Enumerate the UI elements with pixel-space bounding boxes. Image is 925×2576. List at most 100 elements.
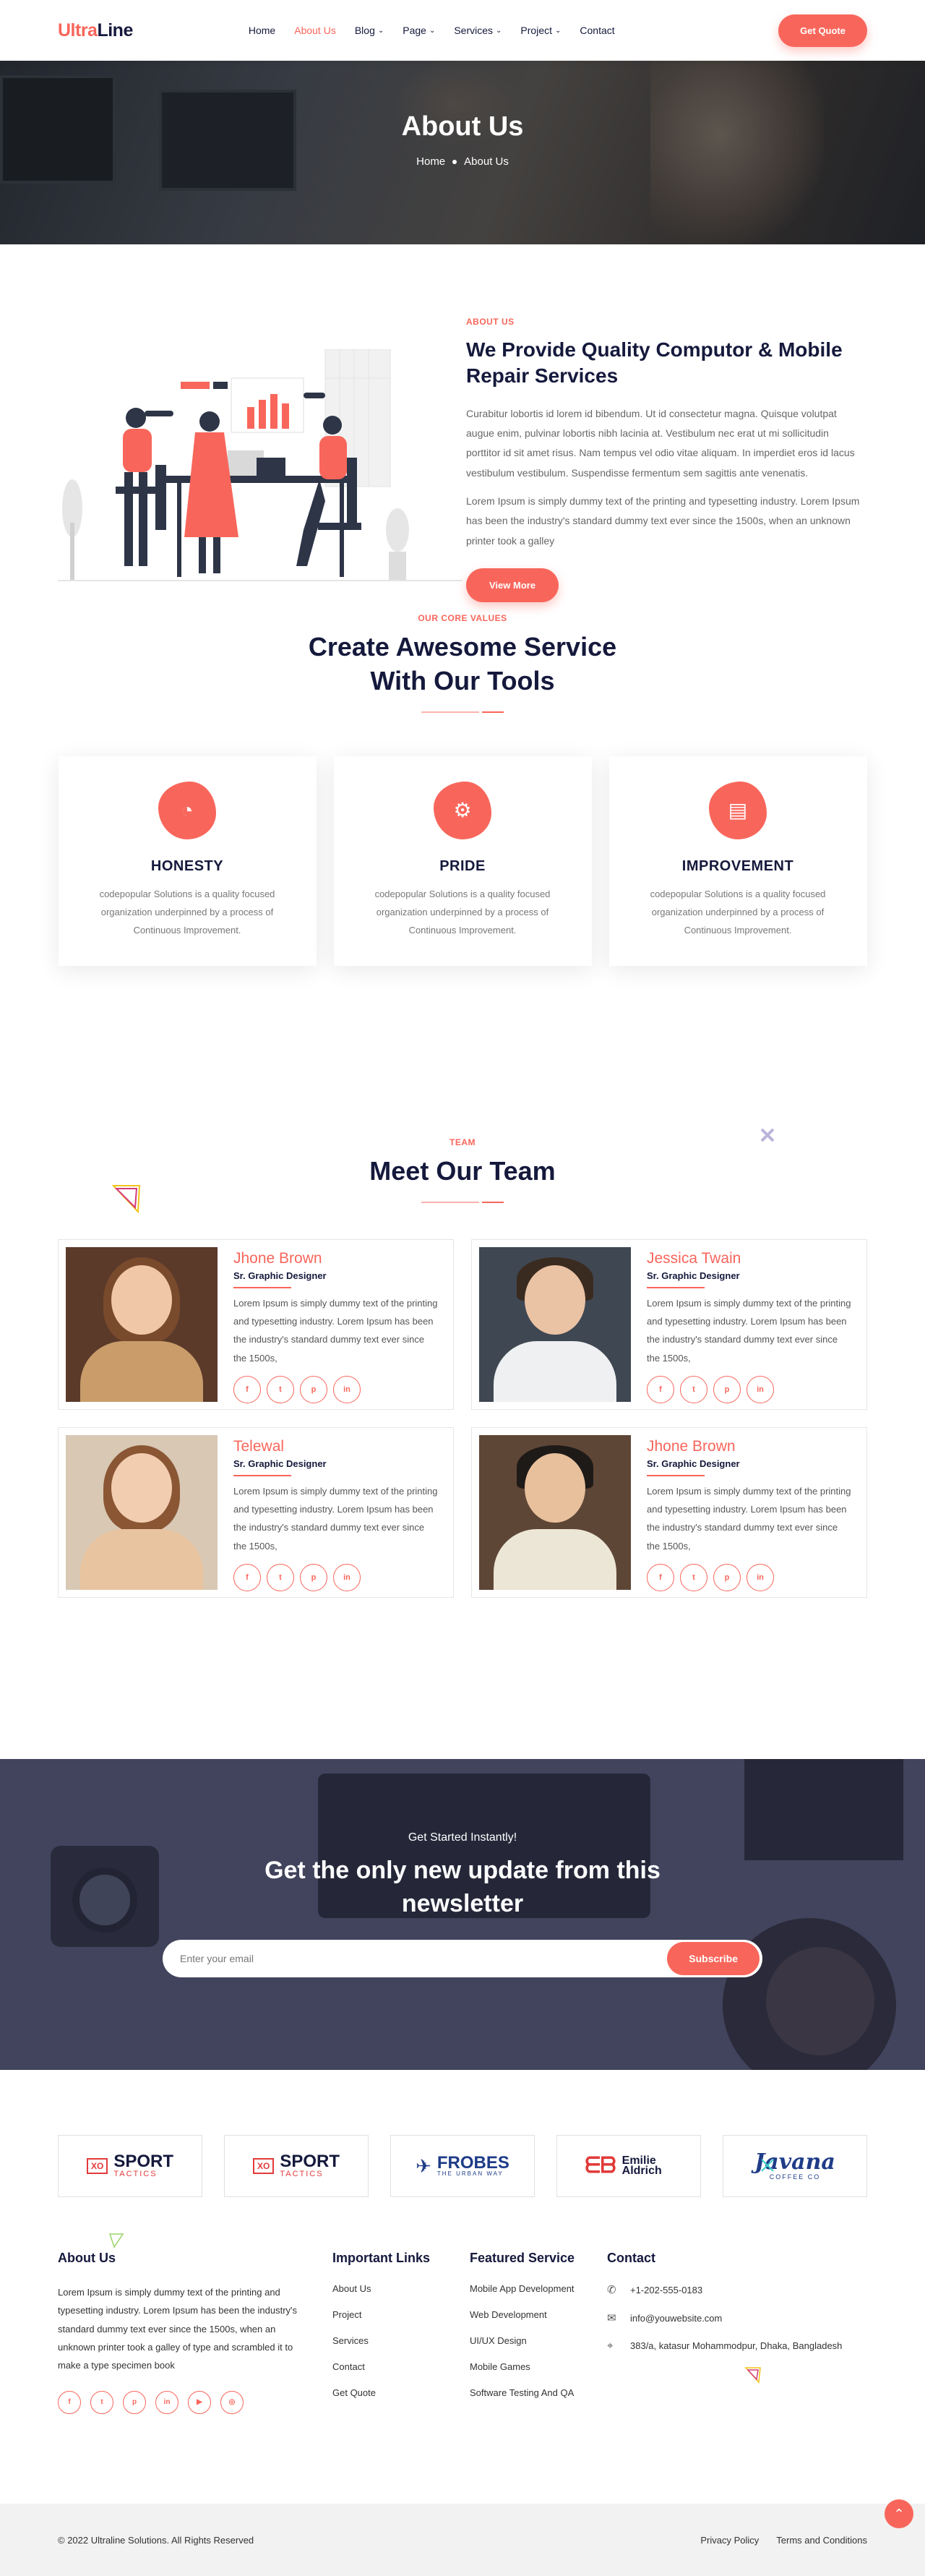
logo-part-1: Ultra (58, 20, 98, 40)
nav-label: Project (520, 25, 552, 36)
facebook-icon[interactable]: f (647, 1564, 674, 1592)
section-title: Meet Our Team (369, 1156, 556, 1186)
about-section: ABOUT US We Provide Quality Computor & M… (0, 244, 925, 613)
about-heading: We Provide Quality Computor & Mobile Rep… (466, 338, 843, 388)
footer-link[interactable]: About Us (332, 2283, 470, 2294)
linkedin-icon[interactable]: in (333, 1564, 361, 1592)
nav-label: Blog (354, 25, 375, 36)
footer-service-link[interactable]: Mobile App Development (470, 2283, 607, 2294)
member-socials: f t p in (647, 1376, 859, 1404)
chevron-down-icon: ⌄ (429, 26, 436, 35)
about-content: ABOUT US We Provide Quality Computor & M… (466, 317, 864, 602)
privacy-policy-link[interactable]: Privacy Policy (700, 2535, 759, 2546)
member-name: Jhone Brown (233, 1249, 322, 1267)
newsletter-section: Get Started Instantly! Get the only new … (0, 1759, 925, 2070)
brand-logo[interactable]: XO SPORT TACTICS (224, 2135, 369, 2197)
value-card: ▤ IMPROVEMENT codepopular Solutions is a… (608, 756, 867, 966)
twitter-icon[interactable]: t (267, 1564, 294, 1592)
brand-logo[interactable]: ✈ FROBES THE URBAN WAY (390, 2135, 535, 2197)
nav-contact[interactable]: Contact (580, 25, 614, 36)
get-quote-button[interactable]: Get Quote (778, 14, 867, 47)
section-kicker: ABOUT US (466, 317, 515, 327)
cross-deco-icon (761, 2159, 774, 2172)
scroll-to-top-button[interactable]: ⌃ (885, 2499, 913, 2528)
brand-name: Emilie Aldrich (621, 2154, 662, 2177)
facebook-icon[interactable]: f (233, 1564, 261, 1592)
brand-name: FROBES (436, 2152, 509, 2173)
footer-service-link[interactable]: Web Development (470, 2309, 607, 2320)
linkedin-icon[interactable]: in (747, 1376, 774, 1404)
value-card: ⚙ PRIDE codepopular Solutions is a quali… (333, 756, 592, 966)
member-rule (647, 1474, 705, 1476)
value-text: codepopular Solutions is a quality focus… (374, 888, 551, 936)
footer-link[interactable]: Contact (332, 2361, 470, 2372)
brand-logo[interactable]: Javana COFFEE CO (723, 2135, 867, 2197)
email-input[interactable]: Enter your email (180, 1953, 667, 1964)
twitter-icon[interactable]: t (267, 1376, 294, 1404)
member-name: Telewal (233, 1437, 285, 1455)
footer-services: Featured Service Mobile App Development … (470, 2251, 607, 2414)
facebook-icon[interactable]: f (58, 2390, 81, 2414)
linkedin-icon[interactable]: in (155, 2390, 178, 2414)
address-text: 383/a, katasur Mohammodpur, Dhaka, Bangl… (630, 2340, 843, 2351)
facebook-icon[interactable]: f (233, 1376, 261, 1404)
brand-logo[interactable]: ᗴᗷ Emilie Aldrich (556, 2135, 701, 2197)
footer-service-link[interactable]: UI/UX Design (470, 2335, 607, 2346)
twitter-icon[interactable]: t (680, 1376, 707, 1404)
site-footer: About Us Lorem Ipsum is simply dummy tex… (0, 2251, 925, 2504)
breadcrumb-home[interactable]: Home (416, 155, 445, 168)
view-more-button[interactable]: View More (466, 568, 559, 602)
footer-link[interactable]: Get Quote (332, 2387, 470, 2398)
terms-link[interactable]: Terms and Conditions (776, 2535, 867, 2546)
footer-contact: Contact ✆ +1-202-555-0183 ✉ info@youwebsit… (607, 2251, 867, 2414)
footer-service-link[interactable]: Software Testing And QA (470, 2387, 607, 2398)
chevron-down-icon: ⌄ (496, 26, 502, 35)
phone-text[interactable]: +1-202-555-0183 (630, 2285, 702, 2295)
nav-label: Page (403, 25, 426, 36)
breadcrumb: Home About Us (0, 155, 925, 168)
title-underline (58, 1201, 867, 1203)
twitter-icon[interactable]: t (680, 1564, 707, 1592)
nav-blog[interactable]: Blog ⌄ (355, 25, 384, 36)
facebook-icon[interactable]: f (647, 1376, 674, 1404)
dribbble-icon[interactable]: ◎ (220, 2390, 244, 2414)
section-title-line: Create Awesome Service (308, 632, 617, 662)
subscribe-form: Enter your email Subscribe (163, 1939, 762, 1977)
pinterest-icon[interactable]: p (300, 1564, 327, 1592)
team-card: Jhone Brown Sr. Graphic Designer Lorem I… (58, 1238, 454, 1410)
footer-about: About Us Lorem Ipsum is simply dummy tex… (58, 2251, 332, 2414)
envelope-icon: ✉ (607, 2312, 616, 2324)
pinterest-icon[interactable]: p (300, 1376, 327, 1404)
youtube-icon[interactable]: ▶ (188, 2390, 211, 2414)
team-section: TEAM Meet Our Team Jhone Brown Sr. Graph… (0, 1069, 925, 1759)
pinterest-icon[interactable]: p (123, 2390, 146, 2414)
nav-services[interactable]: Services ⌄ (454, 25, 502, 36)
pinterest-icon[interactable]: p (713, 1376, 741, 1404)
footer-links: Important Links About Us Project Service… (332, 2251, 470, 2414)
linkedin-icon[interactable]: in (747, 1564, 774, 1592)
section-kicker: OUR CORE VALUES (418, 613, 507, 623)
team-photo (479, 1434, 631, 1590)
member-name: Jhone Brown (647, 1437, 736, 1455)
twitter-icon[interactable]: t (90, 2390, 113, 2414)
pinterest-icon[interactable]: p (713, 1564, 741, 1592)
subscribe-button[interactable]: Subscribe (667, 1941, 760, 1975)
member-name: Jessica Twain (647, 1249, 741, 1267)
footer-link[interactable]: Project (332, 2309, 470, 2320)
nav-home[interactable]: Home (249, 25, 275, 36)
nav-page[interactable]: Page ⌄ (403, 25, 435, 36)
triangle-deco-icon (108, 2233, 124, 2248)
sport-tactics-logo-icon: XO (252, 2158, 275, 2174)
section-title: Create Awesome Service With Our Tools (58, 630, 867, 698)
sport-tactics-logo-icon: XO (86, 2158, 108, 2174)
brand-logo[interactable]: XO SPORT TACTICS (58, 2135, 202, 2197)
nav-project[interactable]: Project ⌄ (520, 25, 561, 36)
logo[interactable]: UltraLine (58, 20, 133, 41)
footer-link[interactable]: Services (332, 2335, 470, 2346)
email-text[interactable]: info@youwebsite.com (630, 2313, 722, 2324)
footer-heading: Important Links (332, 2251, 431, 2265)
footer-service-link[interactable]: Mobile Games (470, 2361, 607, 2372)
member-bio: Lorem Ipsum is simply dummy text of the … (647, 1485, 851, 1552)
nav-about[interactable]: About Us (294, 25, 336, 36)
linkedin-icon[interactable]: in (333, 1376, 361, 1404)
